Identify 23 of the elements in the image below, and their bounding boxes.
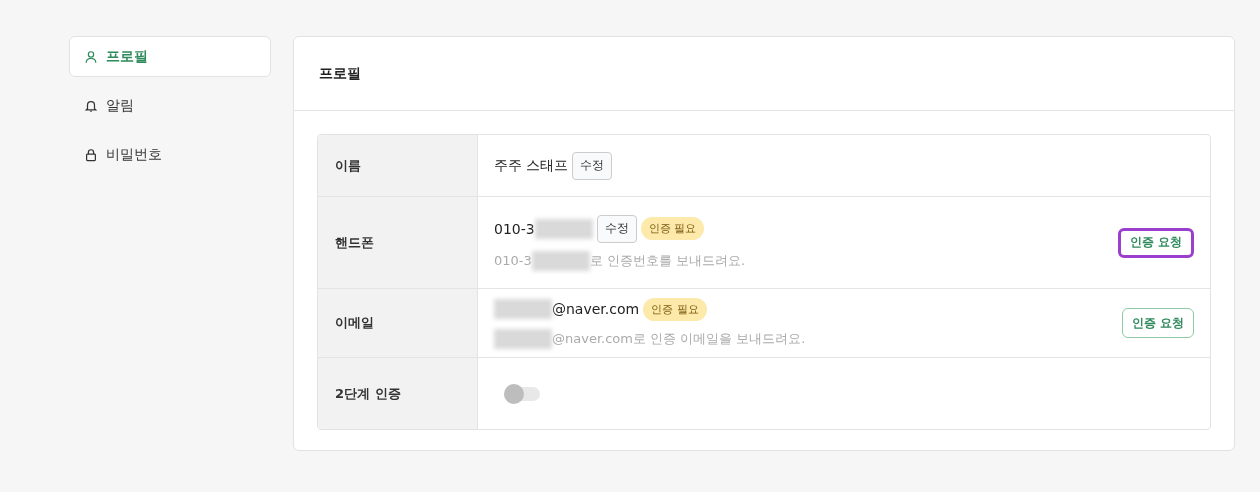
- sidebar-item[interactable]: 프로필: [69, 36, 271, 77]
- user-icon: [84, 49, 98, 64]
- request-verification-button[interactable]: 인증 요청: [1117, 227, 1194, 258]
- hint-text: @naver.com로 인증 이메일을 보내드려요.: [494, 328, 1122, 349]
- name-value: 주주 스태프: [494, 156, 569, 175]
- request-verification-button[interactable]: 인증 요청: [1121, 308, 1194, 338]
- edit-button[interactable]: 수정: [596, 214, 637, 243]
- status-badge: 인증 필요: [643, 297, 707, 321]
- sidebar-item[interactable]: 알림: [69, 85, 271, 126]
- sidebar-item[interactable]: 비밀번호: [69, 134, 271, 175]
- toggle-switch[interactable]: [504, 386, 540, 401]
- row-label: 이름: [318, 135, 478, 196]
- lock-icon: [84, 147, 98, 162]
- row-label: 이메일: [318, 289, 478, 357]
- field-value: 010-3: [494, 218, 593, 239]
- hint-text: 010-3 로 인증번호를 보내드려요.: [494, 250, 1118, 271]
- row-label: 핸드폰: [318, 197, 478, 288]
- bell-icon: [84, 98, 98, 113]
- status-badge: 인증 필요: [640, 217, 705, 240]
- row-label: 2단계 인증: [318, 358, 478, 429]
- field-value: @naver.com: [494, 299, 640, 319]
- panel-title: 프로필: [319, 64, 361, 83]
- edit-button[interactable]: 수정: [572, 151, 613, 180]
